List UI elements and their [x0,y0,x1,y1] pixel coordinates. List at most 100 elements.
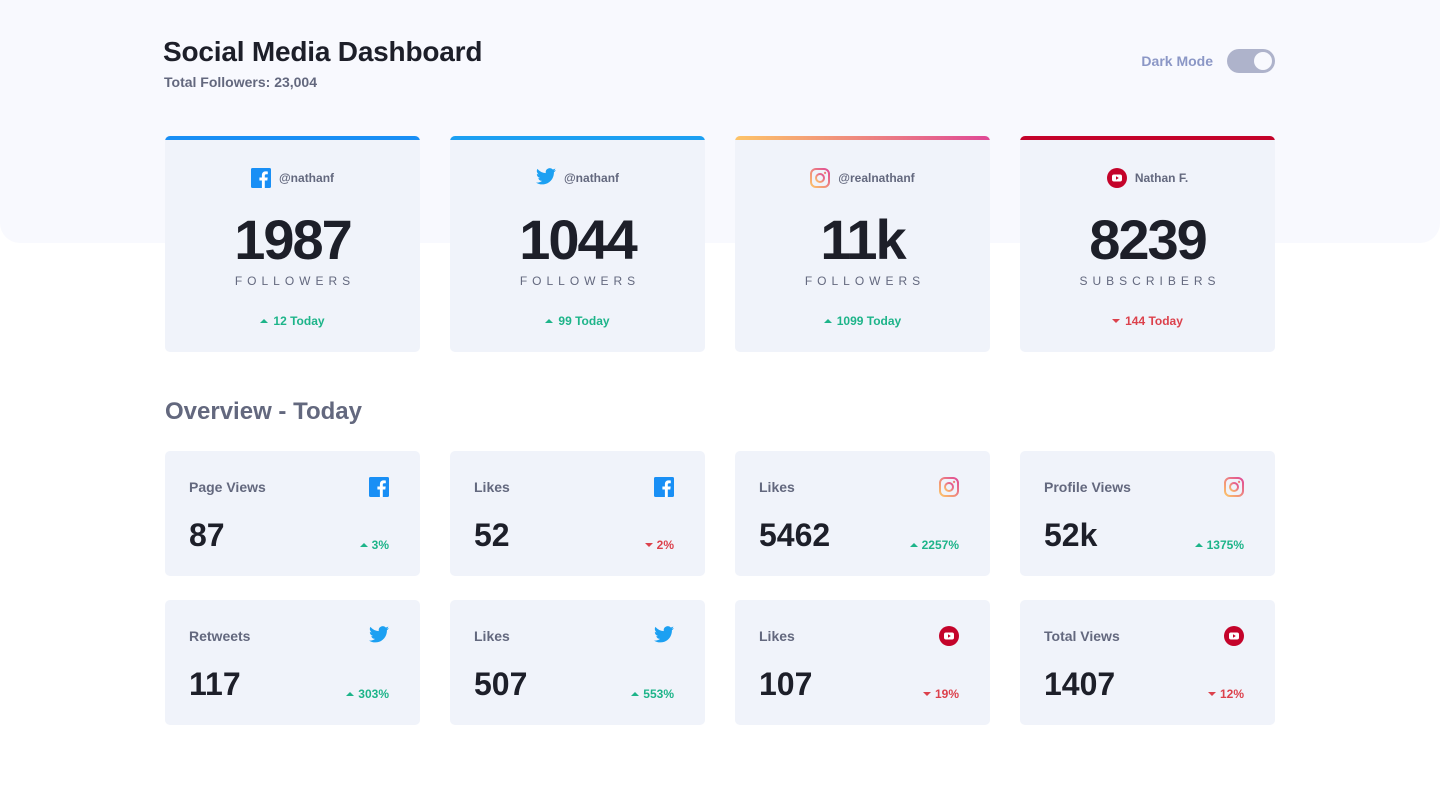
facebook-icon [250,168,271,188]
overview-change-text: 553% [643,687,674,701]
arrow-up-icon [631,692,640,696]
instagram-icon [1224,477,1244,497]
overview-card[interactable]: Retweets 117 303% [165,600,420,725]
dashboard: Social Media Dashboard Total Followers: … [163,0,1275,725]
overview-value: 52k [1044,517,1098,553]
arrow-down-icon [1112,319,1121,323]
overview-card[interactable]: Likes 107 19% [735,600,990,725]
follower-count: 1987 [234,208,353,271]
twitter-icon [535,168,556,188]
arrow-up-icon [823,319,832,323]
arrow-down-icon [1207,692,1216,696]
arrow-up-icon [545,319,554,323]
overview-label: Page Views [189,479,266,495]
overview-change: 2257% [909,538,959,552]
follower-count: 8239 [1089,208,1208,271]
overview-label: Likes [474,628,510,644]
dark-mode-label: Dark Mode [1141,53,1213,69]
card-handle-row: @realnathanf [735,168,990,188]
follower-cards: @nathanf 1987 FOLLOWERS 12 Today @nathan… [165,136,1275,352]
overview-card[interactable]: Likes 5462 2257% [735,451,990,576]
twitter-icon [654,626,674,646]
today-change-text: 144 Today [1125,314,1183,328]
card-accent-bar [165,136,420,140]
overview-value: 52 [474,517,510,553]
arrow-up-icon [1194,543,1203,547]
follower-kind: SUBSCRIBERS [1079,274,1221,288]
follower-kind: FOLLOWERS [234,274,356,288]
today-change: 12 Today [165,314,420,328]
twitter-icon [369,626,389,646]
overview-change-text: 19% [934,687,959,701]
overview-change: 19% [922,687,959,701]
overview-card[interactable]: Likes 507 553% [450,600,705,725]
card-handle: @realnathanf [838,171,915,185]
overview-value: 107 [759,666,813,702]
overview-card[interactable]: Profile Views 52k 1375% [1020,451,1275,576]
follower-card-youtube[interactable]: Nathan F. 8239 SUBSCRIBERS 144 Today [1020,136,1275,352]
follower-kind: FOLLOWERS [519,274,641,288]
overview-label: Likes [759,628,795,644]
youtube-icon [939,626,959,646]
instagram-icon [939,477,959,497]
overview-title: Overview - Today [165,398,362,425]
today-change: 1099 Today [735,314,990,328]
card-accent-bar [450,136,705,140]
card-handle: Nathan F. [1134,171,1189,185]
overview-value: 117 [189,666,241,702]
overview-label: Total Views [1044,628,1120,644]
overview-grid: Page Views 87 3% Likes 52 2% Likes 5462 … [165,451,1275,725]
card-handle: @nathanf [278,171,335,185]
card-accent-bar [735,136,990,140]
header: Social Media Dashboard Total Followers: … [163,0,1275,130]
overview-card[interactable]: Page Views 87 3% [165,451,420,576]
follower-kind: FOLLOWERS [804,274,926,288]
overview-card[interactable]: Total Views 1407 12% [1020,600,1275,725]
overview-label: Profile Views [1044,479,1131,495]
arrow-up-icon [359,543,368,547]
card-accent-bar [1020,136,1275,140]
page-title: Social Media Dashboard [163,36,483,67]
card-handle-row: @nathanf [450,168,705,188]
follower-card-facebook[interactable]: @nathanf 1987 FOLLOWERS 12 Today [165,136,420,352]
youtube-icon [1106,168,1127,188]
overview-change: 12% [1207,687,1244,701]
overview-change: 303% [346,687,389,701]
card-handle-row: @nathanf [165,168,420,188]
arrow-up-icon [909,543,918,547]
overview-change: 3% [359,538,389,552]
overview-label: Retweets [189,628,251,644]
overview-change: 1375% [1194,538,1244,552]
today-change: 144 Today [1020,314,1275,328]
arrow-down-icon [922,692,931,696]
follower-count: 1044 [519,208,638,271]
overview-change-text: 3% [371,538,389,552]
facebook-icon [369,477,389,497]
overview-change-text: 2257% [921,538,959,552]
toggle-knob [1254,52,1272,70]
overview-change-text: 12% [1219,687,1244,701]
today-change-text: 12 Today [273,314,325,328]
overview-change-text: 303% [358,687,389,701]
today-change-text: 99 Today [558,314,610,328]
overview-value: 507 [474,666,528,702]
overview-value: 87 [189,517,225,553]
dark-mode-toggle[interactable] [1227,49,1275,73]
total-followers: Total Followers: 23,004 [164,74,318,90]
today-change-text: 1099 Today [836,314,902,328]
dark-mode-control: Dark Mode [1141,49,1275,73]
follower-count: 11k [820,208,906,271]
youtube-icon [1224,626,1244,646]
follower-card-twitter[interactable]: @nathanf 1044 FOLLOWERS 99 Today [450,136,705,352]
overview-change: 2% [644,538,674,552]
overview-change: 553% [631,687,674,701]
overview-change-text: 2% [656,538,674,552]
today-change: 99 Today [450,314,705,328]
arrow-up-icon [260,319,269,323]
arrow-down-icon [644,543,653,547]
card-handle: @nathanf [563,171,620,185]
overview-value: 5462 [759,517,831,553]
follower-card-instagram[interactable]: @realnathanf 11k FOLLOWERS 1099 Today [735,136,990,352]
facebook-icon [654,477,674,497]
overview-card[interactable]: Likes 52 2% [450,451,705,576]
